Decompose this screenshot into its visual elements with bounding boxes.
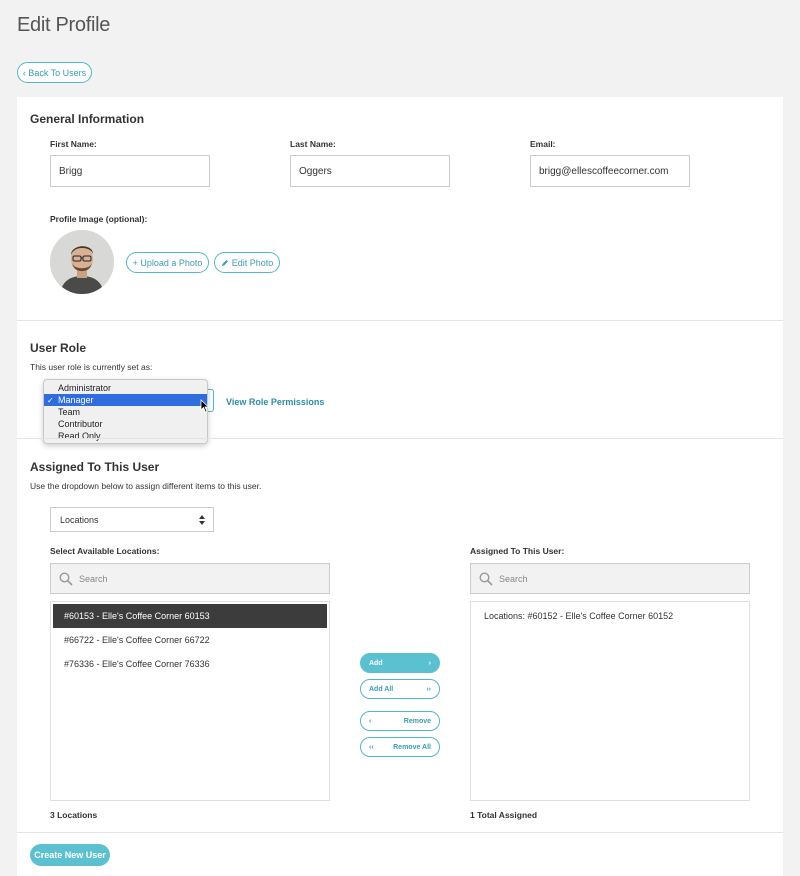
add-all-button[interactable]: Add All ›› [360,679,440,699]
avatar [50,230,114,294]
email-input[interactable]: brigg@ellescoffeecorner.com [530,155,690,187]
view-role-permissions-link[interactable]: View Role Permissions [226,397,324,407]
assigned-description: Use the dropdown below to assign differe… [30,481,262,491]
list-item[interactable]: #66722 - Elle's Coffee Corner 66722 [53,628,327,652]
role-option-manager[interactable]: ✓ Manager [44,394,207,406]
last-name-label: Last Name: [290,139,336,149]
add-all-label: Add All [369,685,394,693]
available-count: 3 Locations [50,810,98,820]
role-option-read-only[interactable]: Read Only [44,430,207,442]
role-option-label: Team [58,407,81,417]
assigned-locations-list: Locations: #60152 - Elle's Coffee Corner… [470,601,750,801]
role-dropdown-menu[interactable]: Administrator ✓ Manager Team Contributor … [43,379,208,444]
search-icon [59,571,73,586]
double-chevron-left-icon: ‹‹ [369,743,374,751]
chevron-right-icon: › [428,659,431,667]
page-title: Edit Profile [17,14,111,36]
search-icon [479,571,493,586]
list-item[interactable]: #76336 - Elle's Coffee Corner 76336 [53,652,327,676]
back-to-users-button[interactable]: ‹ Back To Users [17,62,92,83]
assignment-type-value: Locations [60,514,99,525]
edit-photo-button[interactable]: Edit Photo [214,252,280,273]
assigned-list-label: Assigned To This User: [470,546,565,556]
assigned-title: Assigned To This User [30,460,160,474]
role-option-label: Contributor [58,419,103,429]
mouse-cursor-icon [200,399,210,413]
assigned-search-input[interactable]: Search [470,563,750,594]
role-option-label: Read Only [58,431,101,441]
checkmark-icon: ✓ [47,395,54,405]
add-label: Add [369,659,383,667]
general-info-title: General Information [30,112,145,126]
remove-all-label: Remove All [393,743,431,751]
section-divider [17,832,783,833]
search-placeholder: Search [499,573,528,584]
user-role-title: User Role [30,341,87,355]
last-name-input[interactable]: Oggers [290,155,450,187]
role-option-label: Manager [58,395,94,405]
available-search-input[interactable]: Search [50,563,330,594]
double-chevron-right-icon: ›› [426,685,431,693]
pencil-icon [221,259,228,266]
role-option-label: Administrator [58,383,112,393]
role-option-administrator[interactable]: Administrator [44,382,207,394]
upload-photo-button[interactable]: + Upload a Photo [126,252,209,273]
select-arrows-icon [199,515,205,525]
first-name-input[interactable]: Brigg [50,155,210,187]
remove-label: Remove [403,717,431,725]
list-item[interactable]: #60153 - Elle's Coffee Corner 60153 [53,604,327,628]
profile-image-label: Profile Image (optional): [50,214,148,224]
available-locations-label: Select Available Locations: [50,546,160,556]
remove-all-button[interactable]: ‹‹ Remove All [360,737,440,757]
first-name-label: First Name: [50,139,97,149]
create-new-user-button[interactable]: Create New User [30,844,110,866]
user-role-description: This user role is currently set as: [30,362,153,372]
role-option-team[interactable]: Team [44,406,207,418]
role-option-contributor[interactable]: Contributor [44,418,207,430]
chevron-left-icon: ‹ [369,717,372,725]
section-divider [17,438,783,439]
assignment-type-select[interactable]: Locations [50,507,214,532]
assigned-count: 1 Total Assigned [470,810,538,820]
edit-photo-label: Edit Photo [231,257,274,268]
remove-button[interactable]: ‹ Remove [360,711,440,731]
available-locations-list: #60153 - Elle's Coffee Corner 60153 #667… [50,601,330,801]
section-divider [17,320,783,321]
add-button[interactable]: Add › [360,653,440,673]
list-item[interactable]: Locations: #60152 - Elle's Coffee Corner… [473,604,747,628]
search-placeholder: Search [79,573,108,584]
email-label: Email: [530,139,556,149]
avatar-portrait-icon [50,230,114,294]
